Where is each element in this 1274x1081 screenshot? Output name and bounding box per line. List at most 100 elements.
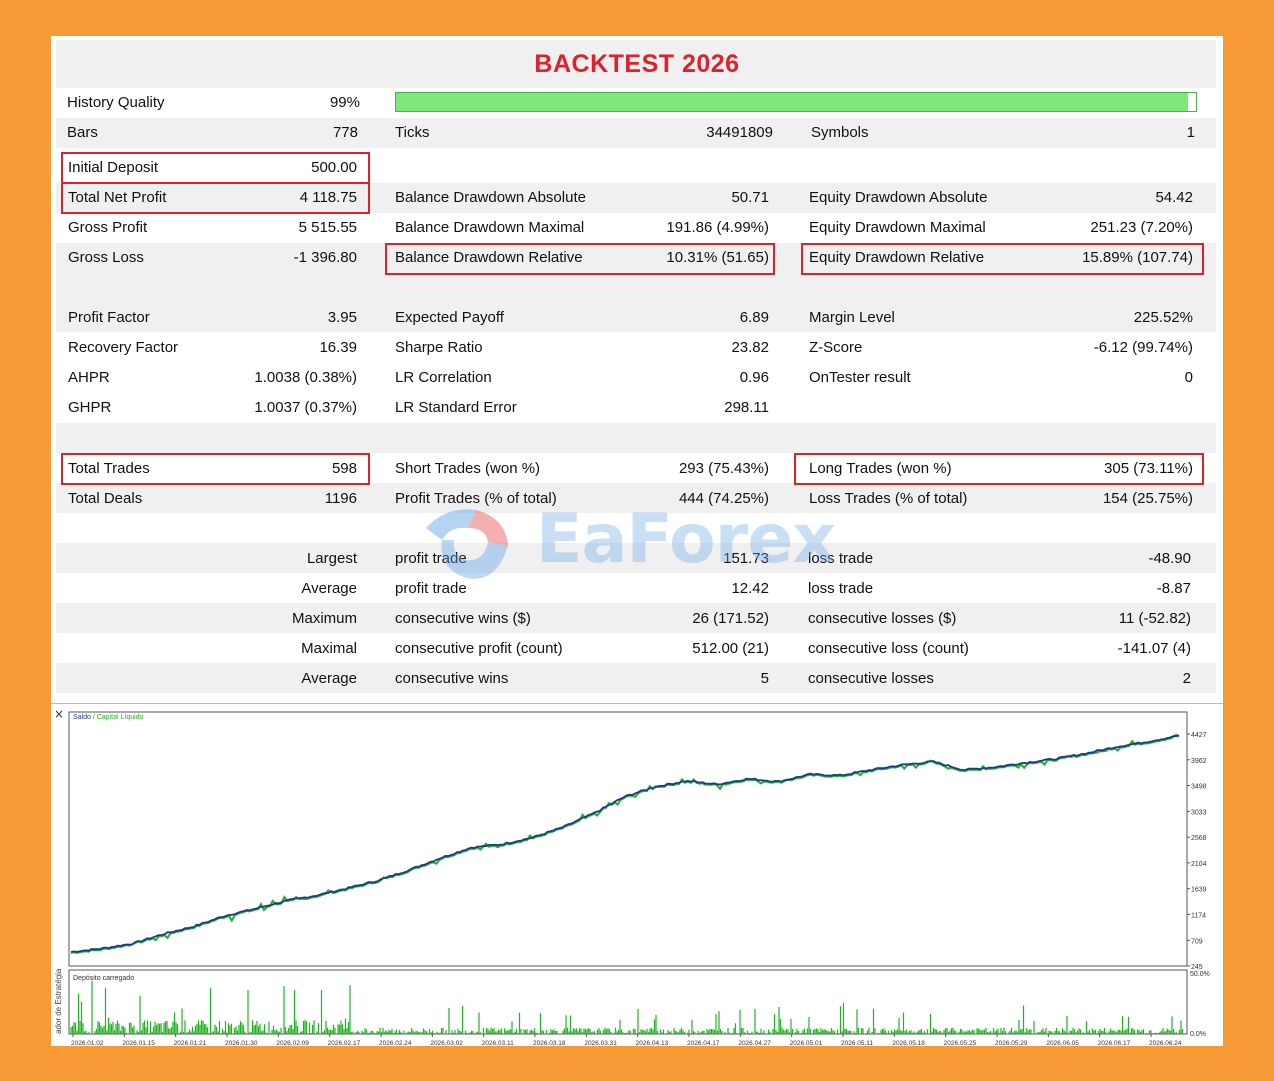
x-tick-label: 2026.05.18	[892, 1040, 925, 1047]
x-tick-label: 2026.01.15	[122, 1040, 155, 1047]
x-tick-label: 2026.06.24	[1149, 1040, 1182, 1047]
x-tick-label: 2026.02.09	[276, 1040, 309, 1047]
col2-label: Short Trades (won %)	[395, 460, 541, 477]
col3-value: 0	[1184, 369, 1193, 386]
col2-value: 6.89	[739, 309, 769, 326]
col1-value: -1 396.80	[293, 249, 357, 266]
stat-loss-label: loss trade	[808, 580, 874, 597]
stat-loss-label: consecutive losses	[808, 670, 934, 687]
col1-label: AHPR	[68, 369, 110, 386]
col2-label: LR Standard Error	[395, 399, 517, 416]
col1-value: 1196	[324, 490, 357, 507]
x-tick-label: 2026.06.05	[1046, 1040, 1079, 1047]
stat-loss-value: -48.90	[1148, 550, 1191, 567]
x-tick-label: 2026.03.02	[430, 1040, 463, 1047]
col2-label: LR Correlation	[395, 369, 492, 386]
col3-value: -6.12 (99.74%)	[1093, 339, 1193, 356]
stat-loss-label: loss trade	[808, 550, 874, 567]
highlight-total-trades	[61, 453, 370, 485]
load-panel-label: Depósito carregado	[73, 975, 134, 982]
stat-loss-label: consecutive losses ($)	[808, 610, 957, 627]
report-title: BACKTEST 2026	[534, 50, 740, 78]
y-tick-label: 2104	[1191, 861, 1207, 868]
col3-label: Equity Drawdown Maximal	[809, 219, 986, 236]
stat-loss-value: -8.87	[1156, 580, 1191, 597]
symbols-value: 1	[1186, 124, 1195, 141]
stat-profit-value: 151.73	[723, 550, 769, 567]
equity-chart-svg: × ador de Estratégia Saldo / Capital Líqui…	[54, 707, 1210, 1047]
symbols-label: Symbols	[811, 124, 869, 141]
stat-prefix: Average	[301, 580, 357, 597]
y-tick-label: 3033	[1191, 809, 1207, 816]
y-tick-label: 3962	[1191, 758, 1207, 765]
x-tick-label: 2026.03.18	[533, 1040, 566, 1047]
y-tick-label: 4427	[1191, 732, 1207, 739]
y-tick-label: 1174	[1191, 912, 1206, 919]
stat-profit-label: profit trade	[395, 580, 467, 597]
bars-label: Bars	[67, 124, 98, 141]
history-quality-label: History Quality	[67, 94, 165, 111]
col1-label: Total Deals	[68, 490, 143, 507]
ticks-value: 34491809	[706, 124, 773, 141]
stat-profit-value: 26 (171.52)	[692, 610, 769, 627]
report-card: BACKTEST 2026 History Quality 99% Bars 778 T…	[51, 36, 1223, 1047]
plot-frame	[68, 711, 1188, 967]
y-tick-label: 709	[1191, 938, 1203, 945]
col1-label: Gross Loss	[68, 249, 144, 266]
col2-value: 444 (74.25%)	[678, 490, 769, 507]
stat-loss-label: consecutive loss (count)	[808, 640, 969, 657]
stat-loss-value: 2	[1182, 670, 1191, 687]
y-tick-label: 2568	[1191, 835, 1207, 842]
history-quality-value: 99%	[329, 94, 360, 111]
col2-label: Expected Payoff	[395, 309, 504, 326]
row-band	[56, 272, 1216, 302]
col3-label: Z-Score	[809, 339, 863, 356]
x-tick-label: 2026.03.11	[482, 1040, 514, 1047]
col3-value: 225.52%	[1133, 309, 1193, 326]
stat-loss-value: -141.07 (4)	[1117, 640, 1191, 657]
col2-value: 50.71	[731, 189, 769, 206]
x-tick-label: 2026.04.27	[738, 1040, 771, 1047]
equity-chart: × ador de Estratégia Saldo / Capital Líqui…	[51, 703, 1223, 1047]
stat-profit-value: 512.00 (21)	[692, 640, 769, 657]
col2-value: 298.11	[724, 399, 769, 416]
ticks-label: Ticks	[395, 124, 430, 141]
col3-label: OnTester result	[809, 369, 911, 386]
x-tick-label: 2026.02.24	[379, 1040, 412, 1047]
bars-value: 778	[332, 124, 358, 141]
col3-label: Margin Level	[809, 309, 895, 326]
col2-label: Profit Trades (% of total)	[395, 490, 557, 507]
stat-profit-label: profit trade	[395, 550, 467, 567]
x-tick-label: 2026.03.31	[584, 1040, 617, 1047]
col1-value: 1.0037 (0.37%)	[254, 399, 357, 416]
stat-profit-value: 5	[760, 670, 769, 687]
y-tick-label: 245	[1191, 964, 1203, 971]
x-tick-label: 2026.05.29	[995, 1040, 1028, 1047]
col1-value: 1.0038 (0.38%)	[254, 369, 357, 386]
highlight-total-net-profit	[61, 182, 370, 214]
col1-label: GHPR	[68, 399, 112, 416]
col2-value: 0.96	[739, 369, 769, 386]
col1-value: 16.39	[319, 339, 357, 356]
close-icon[interactable]: ×	[54, 707, 64, 721]
stat-prefix: Maximum	[291, 610, 357, 627]
x-tick-label: 2026.06.17	[1098, 1040, 1131, 1047]
col1-label: Gross Profit	[68, 219, 148, 236]
x-tick-label: 2026.04.17	[687, 1040, 720, 1047]
stat-prefix: Largest	[306, 550, 357, 567]
stat-loss-value: 11 (-52.82)	[1118, 610, 1191, 627]
col3-value: 251.23 (7.20%)	[1090, 219, 1193, 236]
x-tick-label: 2026.01.02	[71, 1040, 104, 1047]
load-min-label: 0.0%	[1190, 1031, 1206, 1038]
col3-label: Equity Drawdown Absolute	[809, 189, 988, 206]
col1-value: 3.95	[327, 309, 357, 326]
x-tick-label: 2026.05.25	[944, 1040, 977, 1047]
x-tick-label: 2026.05.01	[790, 1040, 823, 1047]
col1-value: 5 515.55	[298, 219, 357, 236]
y-tick-label: 3498	[1191, 784, 1207, 791]
col2-label: Balance Drawdown Maximal	[395, 219, 585, 236]
highlight-equity-dd-relative	[801, 243, 1204, 275]
highlight-long-trades	[794, 453, 1204, 485]
x-tick-label: 2026.01.21	[174, 1040, 207, 1047]
stat-prefix: Maximal	[301, 640, 357, 657]
